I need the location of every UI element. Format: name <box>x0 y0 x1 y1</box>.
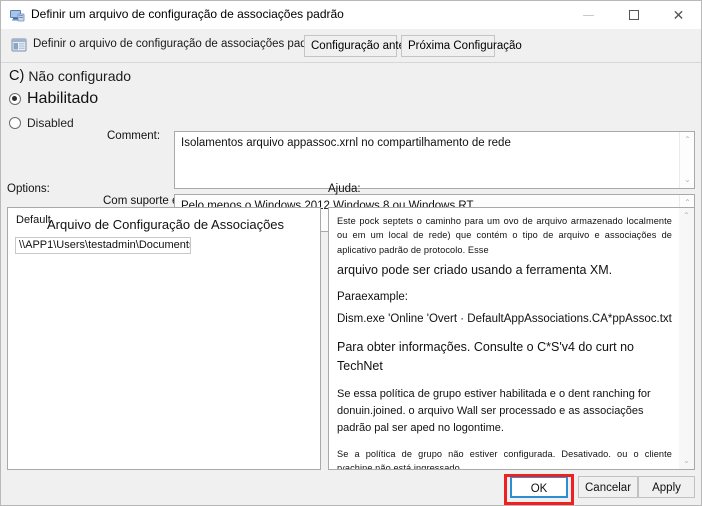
comment-scrollbar[interactable]: ⌃ ⌄ <box>679 132 694 188</box>
options-label: Options: <box>7 183 50 195</box>
setting-title: Definir o arquivo de configuração de ass… <box>33 38 324 50</box>
help-paragraph: Para obter informações. Consulte o C*S'v… <box>337 339 634 374</box>
help-label: Ajuda: <box>328 183 361 195</box>
radio-enabled-label: Habilitado <box>27 90 99 107</box>
radio-not-configured-marker: C) <box>9 67 25 84</box>
help-paragraph: Paraexample: <box>337 291 408 304</box>
help-paragraph: arquivo pode ser criado usando a ferrame… <box>337 262 613 277</box>
scroll-down-icon[interactable]: ⌄ <box>680 173 695 187</box>
title-bar: Definir um arquivo de configuração de as… <box>1 1 701 29</box>
apply-button[interactable]: Apply <box>638 476 695 498</box>
option-default-label: Default <box>16 214 51 226</box>
help-paragraph: Dism.exe 'Online 'Overt · DefaultAppAsso… <box>337 312 672 325</box>
minimize-icon <box>583 14 594 16</box>
scroll-up-icon[interactable]: ⌃ <box>680 133 695 147</box>
setting-window-icon <box>11 37 27 53</box>
help-paragraph: Este pock septets o caminho para um ovo … <box>337 216 672 255</box>
dialog-footer: OK Cancelar Apply <box>1 468 701 505</box>
help-paragraph: Se essa política de grupo estiver habili… <box>337 387 651 434</box>
cancel-button[interactable]: Cancelar <box>578 476 638 498</box>
maximize-icon <box>628 10 639 20</box>
help-scrollbar[interactable]: ⌃ ⌄ <box>679 208 694 469</box>
radio-disabled-label: Disabled <box>27 116 74 130</box>
policy-setting-dialog: Definir um arquivo de configuração de as… <box>0 0 702 506</box>
option-field-title: Arquivo de Configuração de Associações <box>47 217 285 232</box>
window-title: Definir um arquivo de configuração de as… <box>31 7 344 21</box>
radio-disabled[interactable]: Disabled <box>9 116 74 130</box>
help-overlap-a: Para <box>337 291 362 304</box>
comment-label: Comment: <box>107 130 161 142</box>
setting-header: Definir o arquivo de configuração de ass… <box>1 29 701 63</box>
comment-value: Isolamentos arquivo appassoc.xrnl no com… <box>181 137 511 149</box>
close-button[interactable]: ✕ <box>656 1 701 29</box>
scroll-up-icon[interactable]: ⌃ <box>679 209 694 223</box>
next-setting-button[interactable]: Próxima Configuração <box>401 35 522 57</box>
minimize-button[interactable] <box>566 1 611 29</box>
radio-enabled-icon <box>9 93 21 105</box>
radio-not-configured-label: Não configurado <box>28 68 132 84</box>
maximize-button[interactable] <box>611 1 656 29</box>
ok-button[interactable]: OK <box>510 476 568 498</box>
radio-disabled-icon <box>9 117 21 129</box>
comment-textarea[interactable]: Isolamentos arquivo appassoc.xrnl no com… <box>174 131 695 189</box>
option-path-input[interactable]: \\APP1\Users\testadmin\Documents\Edge <box>15 237 191 254</box>
scroll-down-icon[interactable]: ⌄ <box>679 454 694 468</box>
help-panel: Este pock septets o caminho para um ovo … <box>328 207 695 470</box>
radio-enabled[interactable]: Habilitado <box>9 90 98 108</box>
state-area: C) Não configurado Habilitado Disabled C… <box>1 63 701 232</box>
previous-setting-button[interactable]: Configuração anterior <box>304 35 422 57</box>
radio-not-configured[interactable]: C) Não configurado <box>9 68 131 84</box>
help-text: Este pock septets o caminho para um ovo … <box>329 208 680 469</box>
help-paragraph: Se a política de grupo não estiver confi… <box>337 448 672 469</box>
computer-policy-icon <box>9 7 25 23</box>
close-icon: ✕ <box>672 7 685 23</box>
options-panel: Default Arquivo de Configuração de Assoc… <box>7 207 321 470</box>
